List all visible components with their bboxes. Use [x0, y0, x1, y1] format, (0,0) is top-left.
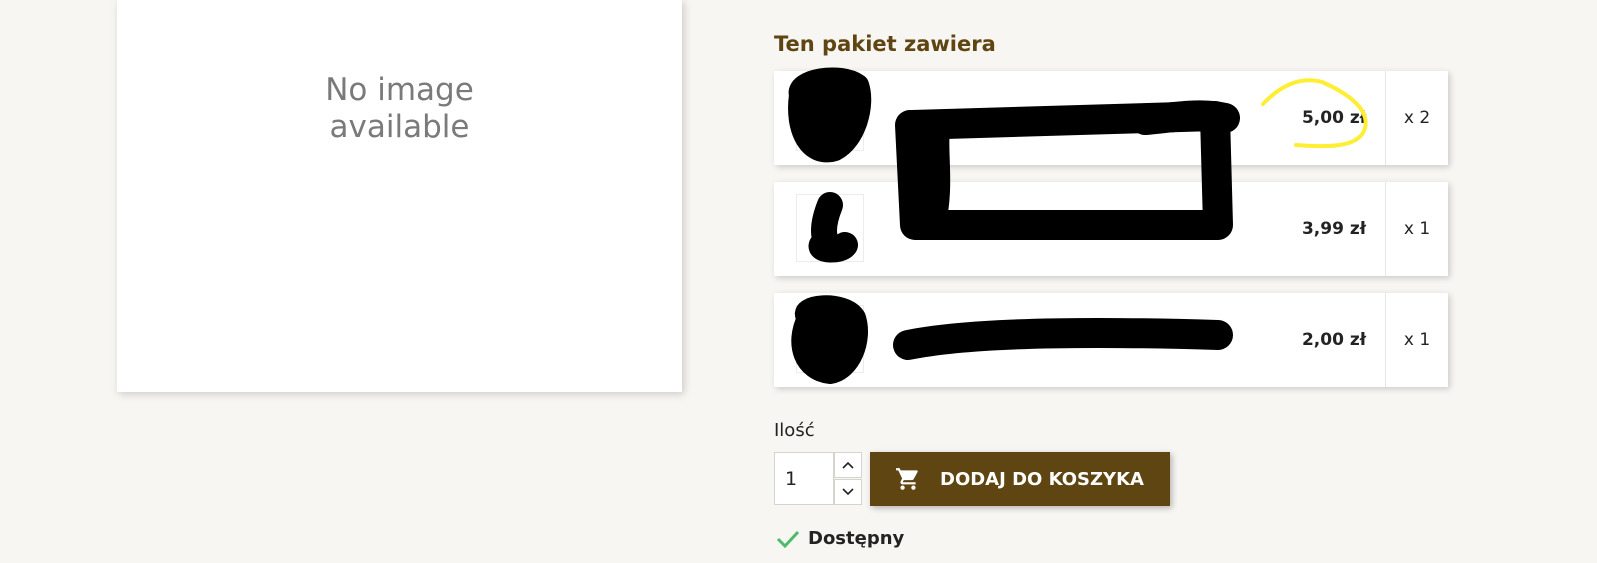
pack-title: Ten pakiet zawiera: [774, 32, 996, 56]
shopping-cart-icon: [896, 468, 918, 490]
pack-item-quantity: x 1: [1403, 330, 1431, 350]
quantity-input[interactable]: [774, 452, 834, 505]
chevron-up-icon: [842, 461, 854, 469]
pack-item-quantity: x 2: [1403, 108, 1431, 128]
pack-item-thumbnail[interactable]: [796, 83, 864, 151]
quantity-label: Ilość: [774, 420, 815, 441]
chevron-down-icon: [842, 488, 854, 496]
availability-status: Dostępny: [776, 528, 904, 549]
pack-item[interactable]: 3,99 zł x 1: [774, 182, 1448, 276]
quantity-decrease-button[interactable]: [834, 479, 862, 505]
pack-item-quantity: x 1: [1403, 219, 1431, 239]
check-icon: [776, 530, 800, 548]
add-to-cart-label: DODAJ DO KOSZYKA: [940, 468, 1144, 490]
pack-item[interactable]: 5,00 zł x 2: [774, 71, 1448, 165]
pack-item-thumbnail[interactable]: [796, 305, 864, 373]
no-image-placeholder: No image available: [325, 72, 474, 145]
pack-item-thumbnail[interactable]: [796, 194, 864, 262]
pack-item[interactable]: 2,00 zł x 1: [774, 293, 1448, 387]
product-cover-image[interactable]: No image available: [117, 0, 682, 392]
quantity-increase-button[interactable]: [834, 452, 862, 478]
add-to-cart-button[interactable]: DODAJ DO KOSZYKA: [870, 452, 1170, 506]
availability-label: Dostępny: [808, 528, 905, 549]
